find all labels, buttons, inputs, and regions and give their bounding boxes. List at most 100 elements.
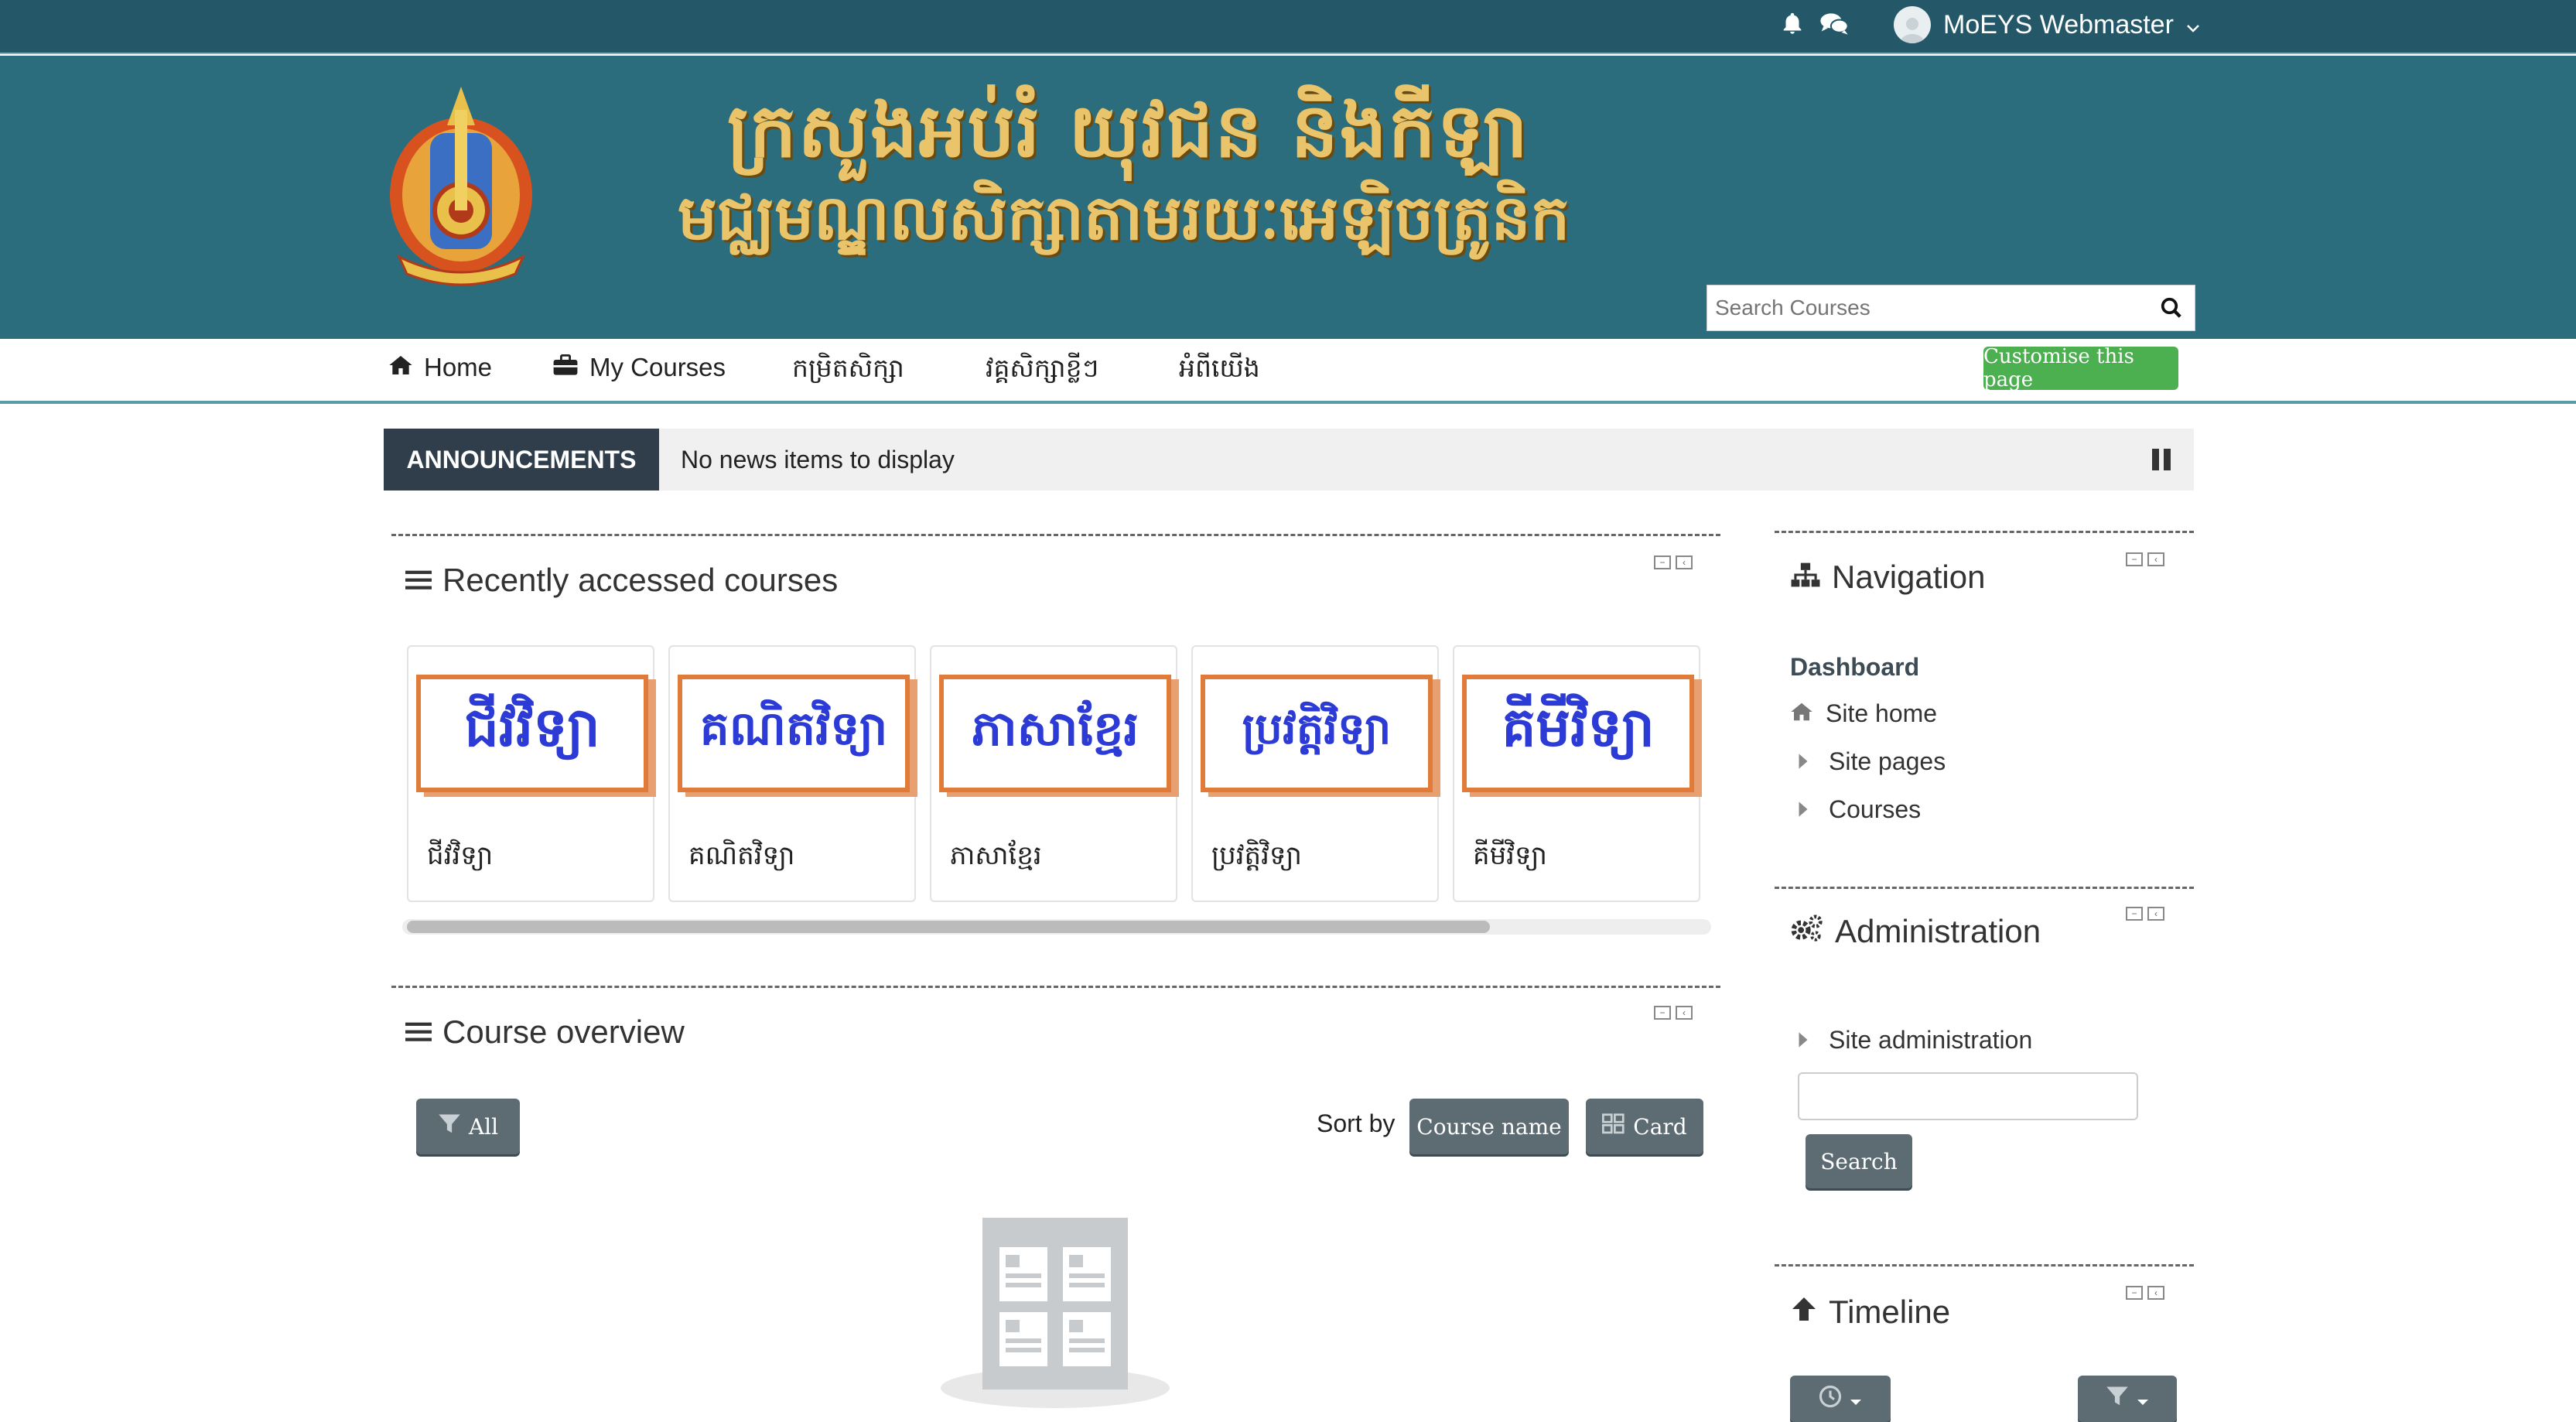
admin-search-button[interactable]: Search <box>1806 1134 1912 1188</box>
no-courses-illustration <box>941 1218 1170 1417</box>
timeline-title-text: Timeline <box>1829 1294 1951 1330</box>
view-value-label: Card <box>1633 1113 1687 1140</box>
administration-title-text: Administration <box>1835 913 2041 949</box>
course-card[interactable]: ជីវវិទ្យា ជីវវិទ្យា <box>407 645 654 902</box>
caret-right-icon <box>1798 795 1809 824</box>
ministry-logo <box>384 79 538 286</box>
nav-dashboard[interactable]: Dashboard <box>1790 653 1919 682</box>
collapse-icon[interactable]: − <box>2126 552 2143 566</box>
avatar <box>1894 6 1931 43</box>
recent-courses-list: ជីវវិទ្យា ជីវវិទ្យា គណិតវិទ្យា គណិតវិទ្យ… <box>407 645 1707 902</box>
course-overview-title-text: Course overview <box>442 1014 685 1050</box>
navigation-block-controls: − ‹ <box>2126 552 2164 566</box>
clock-icon <box>1819 1385 1842 1413</box>
filter-all-label: All <box>468 1113 499 1140</box>
course-card[interactable]: ភាសាខ្មែរ ភាសាខ្មែរ <box>930 645 1177 902</box>
course-name[interactable]: ជីវវិទ្យា <box>427 839 493 877</box>
dock-icon[interactable]: ‹ <box>2147 907 2164 921</box>
top-icons <box>1779 11 1849 41</box>
nav-courses-label: Courses <box>1829 795 1922 823</box>
home-icon <box>1790 699 1813 728</box>
home-icon <box>388 353 413 382</box>
bars-icon <box>405 562 432 599</box>
course-card[interactable]: គីមីវិទ្យា គីមីវិទ្យា <box>1453 645 1700 902</box>
administration-block-controls: − ‹ <box>2126 907 2164 921</box>
dock-icon[interactable]: ‹ <box>1676 555 1693 569</box>
announcements-label: ANNOUNCEMENTS <box>384 429 659 491</box>
course-image: គណិតវិទ្យា <box>678 675 910 792</box>
center-title: មជ្ឈមណ្ឌលសិក្សាតាមរយៈអេឡិចត្រូនិក <box>678 181 1570 254</box>
nav-home[interactable]: Home <box>388 353 492 382</box>
recent-courses-title: Recently accessed courses <box>405 562 838 599</box>
nav-site-administration[interactable]: Site administration <box>1798 1026 2032 1055</box>
timeline-filter-button[interactable] <box>2078 1376 2177 1422</box>
pause-icon[interactable] <box>2152 449 2171 470</box>
nav-site-home-label: Site home <box>1826 699 1938 727</box>
nav-my-courses-label: My Courses <box>589 353 726 381</box>
search-input[interactable] <box>1707 285 2148 330</box>
timeline-title: Timeline <box>1790 1294 1950 1331</box>
site-banner: ក្រសួងអប់រំ យុវជន និងកីឡា មជ្ឈមណ្ឌលសិក្ស… <box>0 56 2576 339</box>
nav-short-courses-label: វគ្គសិក្សាខ្លីៗ <box>986 354 1099 382</box>
course-overview-title: Course overview <box>405 1014 685 1051</box>
overview-block-controls: − ‹ <box>1654 1006 1693 1020</box>
timeline-sort-button[interactable] <box>1790 1376 1891 1422</box>
nav-my-courses[interactable]: My Courses <box>552 353 726 382</box>
timeline-block-controls: − ‹ <box>2126 1286 2164 1300</box>
bell-icon[interactable] <box>1779 11 1806 41</box>
course-image: ប្រវត្តិវិទ្យា <box>1201 675 1433 792</box>
collapse-icon[interactable]: − <box>1654 1006 1671 1020</box>
announcements-text: No news items to display <box>681 446 955 473</box>
sort-by-label: Sort by <box>1317 1109 1396 1137</box>
nav-short-courses[interactable]: វគ្គសិក្សាខ្លីៗ <box>986 353 1098 390</box>
nav-courses[interactable]: Courses <box>1798 795 1921 824</box>
nav-site-pages[interactable]: Site pages <box>1798 747 1946 776</box>
dock-icon[interactable]: ‹ <box>2147 1286 2164 1300</box>
user-name: MoEYS Webmaster <box>1943 9 2174 39</box>
collapse-icon[interactable]: − <box>1654 555 1671 569</box>
filter-all-button[interactable]: All <box>416 1099 520 1154</box>
recent-block-controls: − ‹ <box>1654 555 1693 569</box>
course-name[interactable]: គីមីវិទ្យា <box>1473 839 1547 877</box>
collapse-icon[interactable]: − <box>2126 907 2143 921</box>
navigation-title: Navigation <box>1790 559 1985 596</box>
collapse-icon[interactable]: − <box>2126 1286 2143 1300</box>
caret-right-icon <box>1798 747 1809 776</box>
announcements-bar: ANNOUNCEMENTS No news items to display <box>384 429 2194 491</box>
nav-levels[interactable]: កម្រិតសិក្សា <box>792 353 904 390</box>
nav-levels-label: កម្រិតសិក្សា <box>792 354 904 382</box>
nav-site-home[interactable]: Site home <box>1790 699 1937 728</box>
course-search <box>1707 285 2195 331</box>
navigation-title-text: Navigation <box>1832 559 1986 595</box>
scrollbar-thumb[interactable] <box>407 921 1490 933</box>
admin-search-input[interactable] <box>1798 1072 2138 1120</box>
messages-icon[interactable] <box>1819 11 1849 41</box>
course-name[interactable]: គណិតវិទ្យា <box>688 839 794 877</box>
course-card[interactable]: គណិតវិទ្យា គណិតវិទ្យា <box>668 645 916 902</box>
search-icon[interactable] <box>2148 296 2195 320</box>
chevron-down-icon <box>1850 1386 1862 1412</box>
filter-icon <box>2106 1386 2129 1413</box>
briefcase-icon <box>552 353 579 382</box>
dock-icon[interactable]: ‹ <box>2147 552 2164 566</box>
customise-page-button[interactable]: Customise this page <box>1983 345 2178 391</box>
horizontal-scrollbar[interactable] <box>402 919 1711 935</box>
course-image: ជីវវិទ្យា <box>416 675 648 792</box>
course-overview-block <box>391 986 1720 988</box>
user-menu[interactable]: MoEYS Webmaster <box>1894 6 2200 43</box>
dock-icon[interactable]: ‹ <box>1676 1006 1693 1020</box>
course-card[interactable]: ប្រវត្តិវិទ្យា ប្រវត្តិវិទ្យា <box>1191 645 1439 902</box>
sort-course-name-button[interactable]: Course name <box>1409 1099 1569 1154</box>
course-image: ភាសាខ្មែរ <box>939 675 1171 792</box>
course-name[interactable]: ប្រវត្តិវិទ្យា <box>1211 839 1302 877</box>
course-name[interactable]: ភាសាខ្មែរ <box>950 839 1042 877</box>
sort-value-label: Course name <box>1416 1113 1562 1140</box>
chevron-down-icon <box>2137 1386 2149 1412</box>
view-card-button[interactable]: Card <box>1586 1099 1703 1154</box>
caret-right-icon <box>1798 1026 1809 1055</box>
administration-title: Administration <box>1790 913 2041 950</box>
nav-home-label: Home <box>424 353 493 381</box>
nav-about[interactable]: អំពីយើង <box>1179 353 1260 390</box>
administration-block <box>1775 887 2194 889</box>
top-bar: MoEYS Webmaster <box>0 0 2576 54</box>
